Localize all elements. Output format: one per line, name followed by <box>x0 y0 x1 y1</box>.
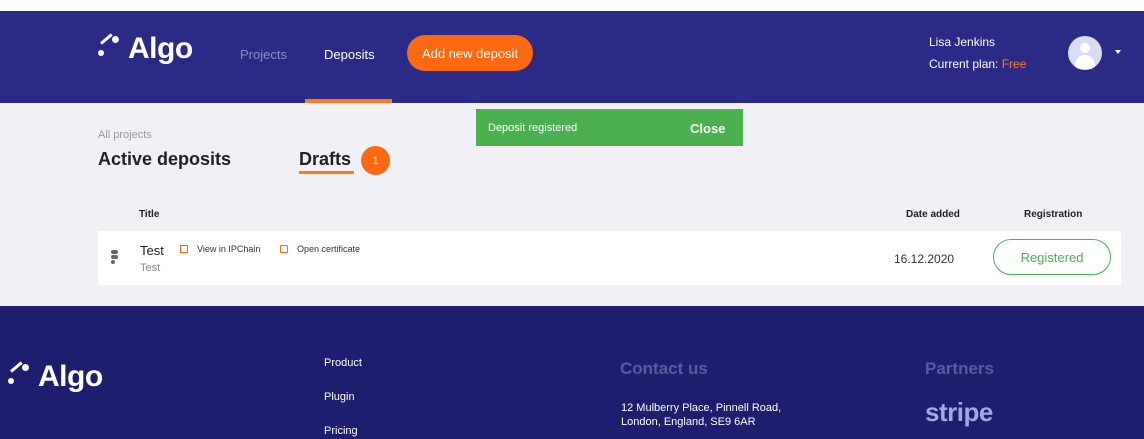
toast-notification: Deposit registered Close <box>476 109 743 146</box>
top-strip <box>0 0 1144 11</box>
stripe-logo[interactable]: stripe <box>925 397 993 428</box>
row-date: 16.12.2020 <box>894 252 955 266</box>
row-subtitle: Test <box>140 262 161 274</box>
logo-text: Algo <box>128 32 193 65</box>
plan-value[interactable]: Free <box>1002 57 1027 71</box>
drafts-count-badge: 1 <box>361 146 390 175</box>
column-header-registration: Registration <box>1024 209 1083 220</box>
user-plan: Current plan: Free <box>929 57 1026 71</box>
tab-active-deposits[interactable]: Active deposits <box>98 149 231 170</box>
footer-logo[interactable]: Algo <box>8 360 103 394</box>
contact-heading: Contact us <box>620 359 708 378</box>
toast-message: Deposit registered <box>488 122 578 134</box>
external-link-icon <box>180 245 188 253</box>
tab-drafts[interactable]: Drafts <box>299 149 351 170</box>
column-header-title: Title <box>139 209 160 220</box>
chevron-down-icon[interactable] <box>1115 50 1121 54</box>
logo-mark-icon <box>98 33 128 62</box>
footer-logo-text: Algo <box>38 360 103 393</box>
view-in-ipchain-link[interactable]: View in IPChain <box>180 244 260 254</box>
open-certificate-link[interactable]: Open certificate <box>280 244 360 254</box>
footer-link-pricing[interactable]: Pricing <box>324 425 358 437</box>
column-header-date: Date added <box>906 209 960 220</box>
document-icon <box>280 245 288 253</box>
nav-deposits[interactable]: Deposits <box>324 47 375 62</box>
plan-label: Current plan: <box>929 57 1002 71</box>
tab-active-indicator <box>299 171 354 174</box>
registered-status-button[interactable]: Registered <box>993 239 1111 275</box>
table-row[interactable]: Test Test View in IPChain Open certifica… <box>98 231 1121 285</box>
breadcrumb[interactable]: All projects <box>98 129 152 141</box>
partners-heading: Partners <box>925 359 994 378</box>
header-logo[interactable]: Algo <box>98 32 193 66</box>
address-line-2: London, England, SE9 6AR <box>621 416 756 428</box>
nav-projects[interactable]: Projects <box>240 47 287 62</box>
avatar[interactable] <box>1068 36 1102 70</box>
nav-active-indicator <box>305 99 392 103</box>
row-title: Test <box>140 243 164 258</box>
user-name: Lisa Jenkins <box>929 35 996 49</box>
footer-link-product[interactable]: Product <box>324 357 362 369</box>
figma-icon <box>111 250 118 264</box>
user-icon <box>1080 43 1090 53</box>
open-certificate-label: Open certificate <box>297 244 361 254</box>
address-line-1: 12 Mulberry Place, Pinnell Road, <box>621 402 782 414</box>
toast-close-button[interactable]: Close <box>690 121 725 136</box>
add-new-deposit-button[interactable]: Add new deposit <box>407 35 533 71</box>
view-in-ipchain-label: View in IPChain <box>197 244 261 254</box>
footer-link-plugin[interactable]: Plugin <box>324 391 355 403</box>
logo-mark-icon <box>8 361 38 390</box>
